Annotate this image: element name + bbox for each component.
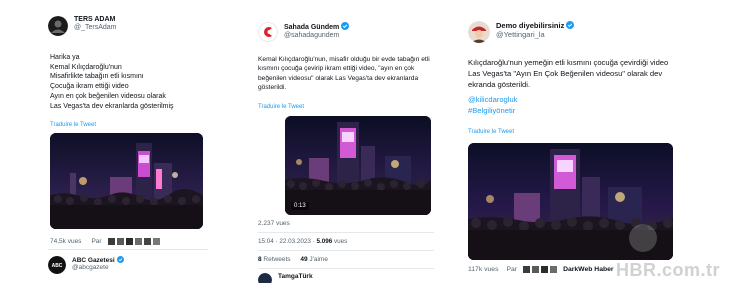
translate-link[interactable]: Traduire le Tweet [258,104,304,110]
watermark: HBR.com.tr [615,260,720,280]
video-player[interactable] [468,143,673,260]
liker-avatars[interactable] [521,266,558,273]
retweet-stat[interactable]: 8 Retweets [258,256,291,263]
user-avatar-icon [152,238,160,245]
like-stat[interactable]: 49 J'aime [300,256,328,263]
user-avatar-icon [107,238,115,245]
liker-avatars[interactable] [106,238,160,245]
view-count: 2.237 vues [258,220,290,227]
tweet-card-1[interactable]: TERS ADAM @_TersAdam Harika ya Kemal Kıl… [36,0,214,283]
video-thumbnail [468,143,673,260]
divider [258,250,434,251]
video-player[interactable]: 0:13 [285,116,431,215]
user-avatar-icon [550,266,558,273]
tweet-card-3[interactable]: Demo diyebilirsiniz @Yettingari_la Kılıç… [458,0,703,283]
display-name[interactable]: TERS ADAM [74,16,117,24]
by-label: Par [91,238,102,245]
by-account[interactable]: DarkWeb Haber [563,266,614,273]
video-thumbnail [50,133,203,229]
avatar[interactable] [258,22,278,42]
handle[interactable]: @_TersAdam [74,24,117,32]
tweet-header: TERS ADAM @_TersAdam [48,16,117,36]
video-thumbnail [285,116,431,215]
user-avatar-icon [541,266,549,273]
by-label: Par [506,266,518,273]
user-avatar-icon [532,266,540,273]
tweet-text: Kılıçdaroğlu'nun yemeğin etli kısmını ço… [468,58,669,89]
tweet-text: Kemal Kılıçdaroğlu'nun, misafir olduğu b… [258,56,430,91]
mention-link[interactable]: @kilicdarogluk [468,94,518,105]
tweet-stats: 117k vues Par DarkWeb Haber [468,266,614,273]
translate-link[interactable]: Traduire le Tweet [468,129,514,135]
hashtag-link[interactable]: #Belgiliyönetir [468,105,515,116]
tweet-stats: 74,5k vues Par [50,238,160,245]
handle[interactable]: @Yettingari_la [496,30,574,40]
avatar[interactable] [468,21,490,43]
video-player[interactable] [50,133,203,229]
user-avatar-icon [116,238,124,245]
user-avatar-icon [523,266,531,273]
view-count: 117k vues [468,266,499,273]
display-name[interactable]: Sahada Gündem [284,24,339,31]
tweet-card-2[interactable]: Sahada Gündem @sahadagundem Kemal Kılıçd… [247,0,442,283]
display-name[interactable]: ABC Gazetesi [72,257,115,264]
verified-badge-icon [116,256,124,263]
user-avatar-icon [134,238,142,245]
engagement-row: 8 Retweets 49 J'aime [258,256,328,263]
verified-badge-icon [566,21,575,29]
divider [258,232,434,233]
next-account-header[interactable]: TamgaTürk [258,273,313,283]
avatar[interactable]: ABC [48,256,66,274]
handle[interactable]: @sahadagundem [284,32,349,40]
translate-link[interactable]: Traduire le Tweet [50,122,96,128]
video-duration: 0:13 [291,202,309,210]
user-avatar-icon [143,238,151,245]
svg-text:ABC: ABC [52,263,63,269]
divider [258,268,434,269]
avatar[interactable] [258,273,272,283]
tweet-text: Harika ya Kemal Kılıçdaroğlu'nun Misafir… [50,54,174,110]
user-avatar-icon [125,238,133,245]
timestamp[interactable]: 15:04 · 22.03.2023 · 5.096 vues [258,238,347,245]
tweet-header: Demo diyebilirsiniz @Yettingari_la [468,21,575,43]
handle[interactable]: @abcgazete [72,264,124,271]
divider [48,249,208,250]
avatar[interactable] [48,16,68,36]
next-account-header[interactable]: ABC ABC Gazetesi @abcgazete [48,256,124,274]
display-name[interactable]: Demo diyebilirsiniz [496,21,564,30]
display-name[interactable]: TamgaTürk [278,273,313,280]
verified-badge-icon [341,22,350,30]
view-count: 74,5k vues [50,238,82,245]
tweet-header: Sahada Gündem @sahadagundem [258,22,350,42]
